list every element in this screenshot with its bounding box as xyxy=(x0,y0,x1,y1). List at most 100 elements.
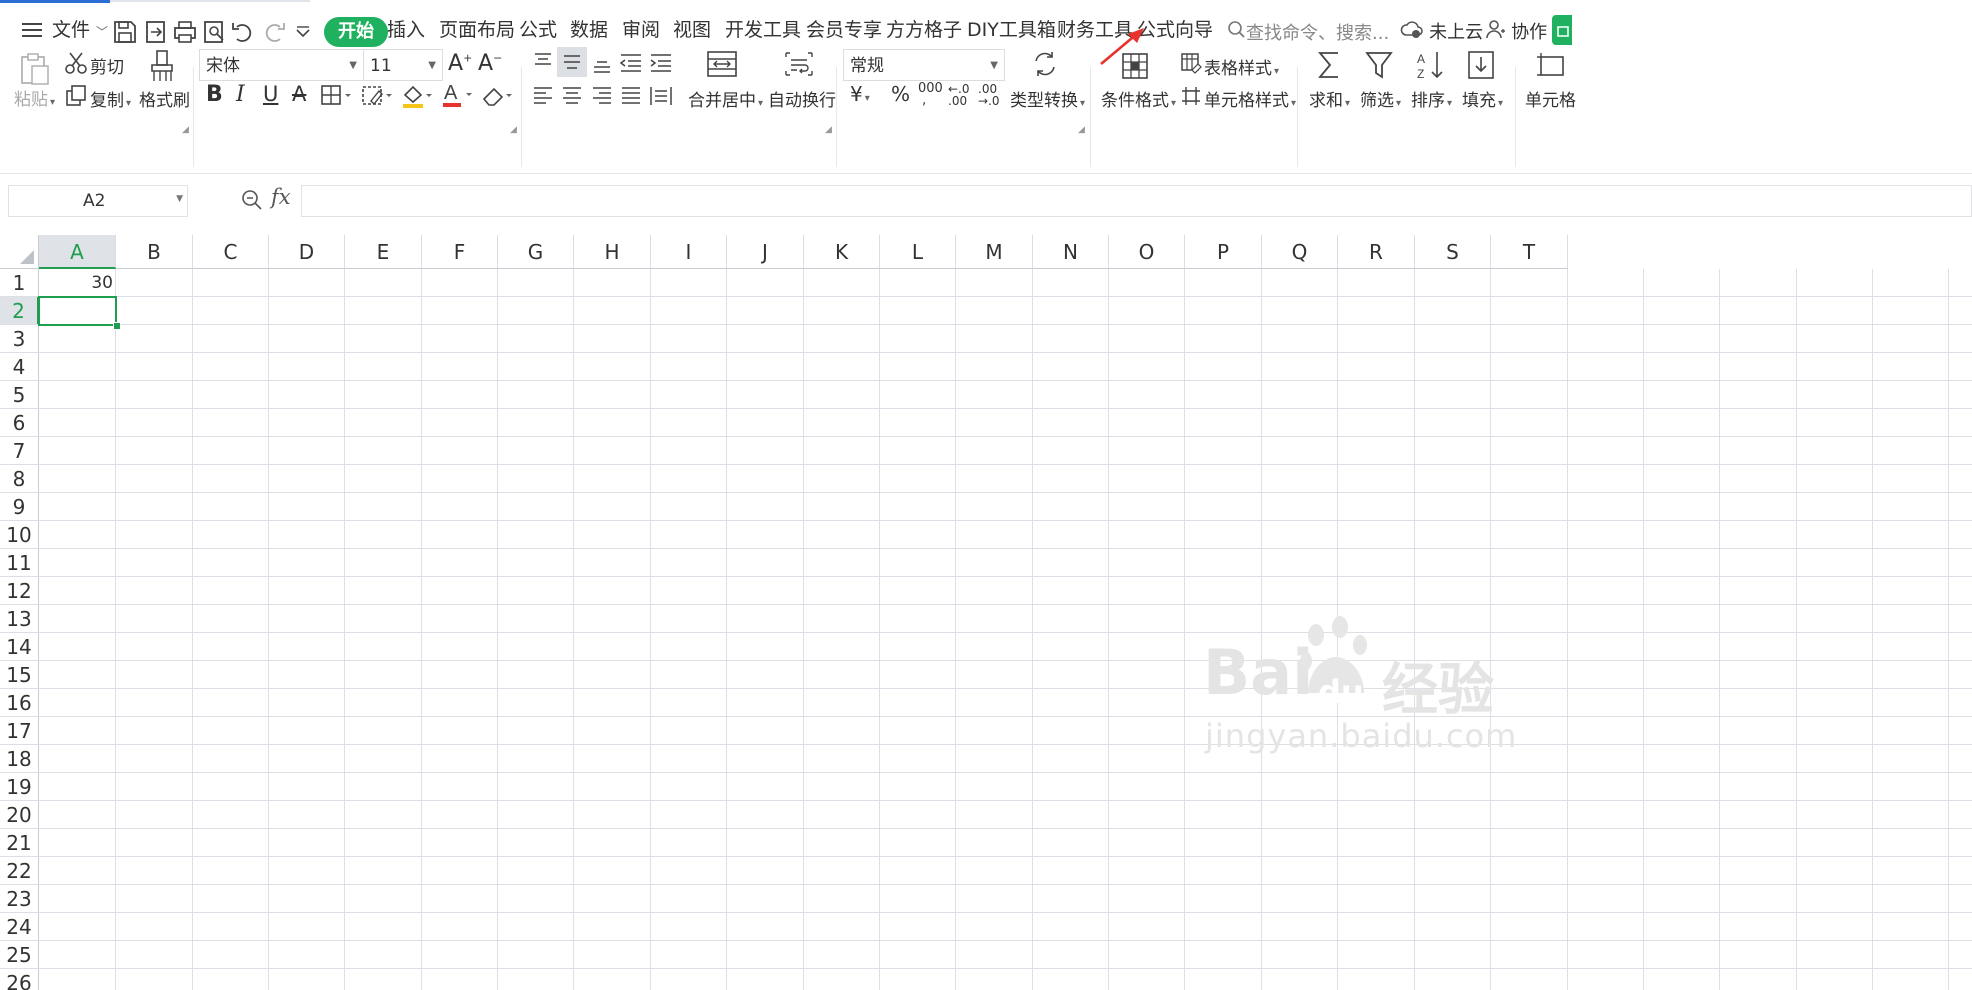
column-header-p[interactable]: P xyxy=(1185,235,1262,269)
column-header-q[interactable]: Q xyxy=(1262,235,1338,269)
underline-icon[interactable]: U xyxy=(263,82,278,106)
row-header-2[interactable]: 2 xyxy=(0,297,39,325)
align-left-icon[interactable] xyxy=(530,84,556,108)
row-header-3[interactable]: 3 xyxy=(0,325,39,353)
type-convert-icon[interactable] xyxy=(1030,49,1060,79)
align-top-icon[interactable] xyxy=(530,51,556,75)
zoom-icon[interactable] xyxy=(239,187,265,213)
italic-icon[interactable]: I xyxy=(236,82,245,107)
align-middle-icon[interactable] xyxy=(557,47,587,77)
name-box[interactable]: A2 ▼ xyxy=(8,185,188,217)
column-header-m[interactable]: M xyxy=(956,235,1033,269)
font-size-select[interactable]: 11 ▼ xyxy=(363,49,443,81)
table-style-button[interactable]: 表格样式 ▾ xyxy=(1204,54,1279,79)
row-header-5[interactable]: 5 xyxy=(0,381,39,409)
column-header-t[interactable]: T xyxy=(1491,235,1568,269)
align-center-icon[interactable] xyxy=(559,84,585,108)
cell-a1[interactable]: 30 xyxy=(39,269,113,297)
row-header-4[interactable]: 4 xyxy=(0,353,39,381)
row-header-10[interactable]: 10 xyxy=(0,521,39,549)
undo-icon[interactable] xyxy=(229,17,259,47)
row-header-9[interactable]: 9 xyxy=(0,493,39,521)
copy-icon[interactable] xyxy=(64,84,88,108)
tab-home[interactable]: 开始 xyxy=(324,17,388,47)
merge-center-icon[interactable] xyxy=(705,49,739,79)
row-header-14[interactable]: 14 xyxy=(0,633,39,661)
decrease-indent-icon[interactable] xyxy=(618,51,644,75)
fill-button[interactable]: 填充 ▾ xyxy=(1462,86,1503,111)
cell-style-icon[interactable] xyxy=(1180,85,1202,107)
scissors-icon[interactable] xyxy=(64,51,88,75)
strikethrough-icon[interactable]: A xyxy=(292,82,306,106)
print-icon[interactable] xyxy=(170,17,200,47)
format-painter-label[interactable]: 格式刷 xyxy=(139,86,190,111)
fill-color-icon[interactable] xyxy=(401,83,435,109)
column-header-o[interactable]: O xyxy=(1109,235,1185,269)
merge-center-button[interactable]: 合并居中 ▾ xyxy=(688,86,763,111)
cell-menu-icon[interactable] xyxy=(1535,51,1567,81)
customize-toolbar-icon[interactable] xyxy=(288,17,318,47)
type-convert-button[interactable]: 类型转换 ▾ xyxy=(1010,86,1085,111)
column-header-b[interactable]: B xyxy=(116,235,193,269)
column-header-s[interactable]: S xyxy=(1415,235,1491,269)
filter-button[interactable]: 筛选 ▾ xyxy=(1360,86,1401,111)
row-header-1[interactable]: 1 xyxy=(0,269,39,297)
increase-font-size-icon[interactable]: A+ xyxy=(448,51,474,77)
number-dialog-launcher-icon[interactable]: ◢ xyxy=(1078,125,1085,135)
borders-icon[interactable] xyxy=(320,83,354,107)
percent-icon[interactable]: % xyxy=(891,82,910,106)
row-header-21[interactable]: 21 xyxy=(0,829,39,857)
row-header-25[interactable]: 25 xyxy=(0,941,39,969)
hamburger-menu-icon[interactable] xyxy=(22,17,44,43)
tab-formula-wizard[interactable]: 公式向导 xyxy=(1137,3,1213,57)
eraser-icon[interactable] xyxy=(481,83,515,109)
conditional-format-icon[interactable] xyxy=(1120,51,1150,81)
row-header-26[interactable]: 26 xyxy=(0,969,39,990)
cell-a2-selected[interactable] xyxy=(38,296,117,326)
decrease-font-size-icon[interactable]: A− xyxy=(478,51,504,77)
row-header-22[interactable]: 22 xyxy=(0,857,39,885)
column-header-n[interactable]: N xyxy=(1033,235,1109,269)
cell-style-shade-icon[interactable] xyxy=(361,83,395,107)
format-painter-icon[interactable] xyxy=(148,49,176,85)
sort-button[interactable]: 排序 ▾ xyxy=(1411,86,1452,111)
filter-icon[interactable] xyxy=(1364,49,1394,81)
column-header-g[interactable]: G xyxy=(498,235,574,269)
column-header-r[interactable]: R xyxy=(1338,235,1415,269)
align-bottom-icon[interactable] xyxy=(589,51,615,75)
font-color-icon[interactable]: A xyxy=(441,81,475,109)
column-header-l[interactable]: L xyxy=(880,235,956,269)
sum-button[interactable]: 求和 ▾ xyxy=(1309,86,1350,111)
redo-icon[interactable] xyxy=(258,17,288,47)
column-header-k[interactable]: K xyxy=(804,235,880,269)
align-right-icon[interactable] xyxy=(589,84,615,108)
row-header-18[interactable]: 18 xyxy=(0,745,39,773)
column-header-i[interactable]: I xyxy=(651,235,727,269)
save-icon[interactable] xyxy=(110,17,140,47)
row-header-15[interactable]: 15 xyxy=(0,661,39,689)
increase-decimal-icon[interactable]: ←.0.00 xyxy=(948,83,970,107)
row-header-17[interactable]: 17 xyxy=(0,717,39,745)
paste-button[interactable]: 粘贴 ▾ xyxy=(14,85,55,110)
alignment-dialog-launcher-icon[interactable]: ◢ xyxy=(825,125,832,135)
tab-review[interactable]: 审阅 xyxy=(622,3,660,57)
tab-formulas[interactable]: 公式 xyxy=(519,3,557,57)
row-header-11[interactable]: 11 xyxy=(0,549,39,577)
conditional-format-button[interactable]: 条件格式 ▾ xyxy=(1101,86,1176,111)
cell-menu-label[interactable]: 单元格 xyxy=(1525,86,1576,111)
decrease-decimal-icon[interactable]: .00 →.0 xyxy=(978,83,1000,107)
bold-icon[interactable]: B xyxy=(206,82,223,107)
column-header-j[interactable]: J xyxy=(727,235,804,269)
wrap-text-label[interactable]: 自动换行 xyxy=(768,86,836,111)
cut-label[interactable]: 剪切 xyxy=(90,53,124,78)
increase-indent-icon[interactable] xyxy=(648,51,674,75)
row-header-20[interactable]: 20 xyxy=(0,801,39,829)
file-menu[interactable]: 文件 ﹀ xyxy=(52,3,108,57)
tab-page-layout[interactable]: 页面布局 xyxy=(439,3,515,57)
select-all-corner[interactable] xyxy=(0,235,39,269)
formula-input[interactable] xyxy=(301,185,1972,217)
column-header-a[interactable]: A xyxy=(39,235,116,269)
row-header-8[interactable]: 8 xyxy=(0,465,39,493)
number-format-select[interactable]: 常规 ▼ xyxy=(843,49,1005,81)
sum-icon[interactable] xyxy=(1314,49,1344,81)
